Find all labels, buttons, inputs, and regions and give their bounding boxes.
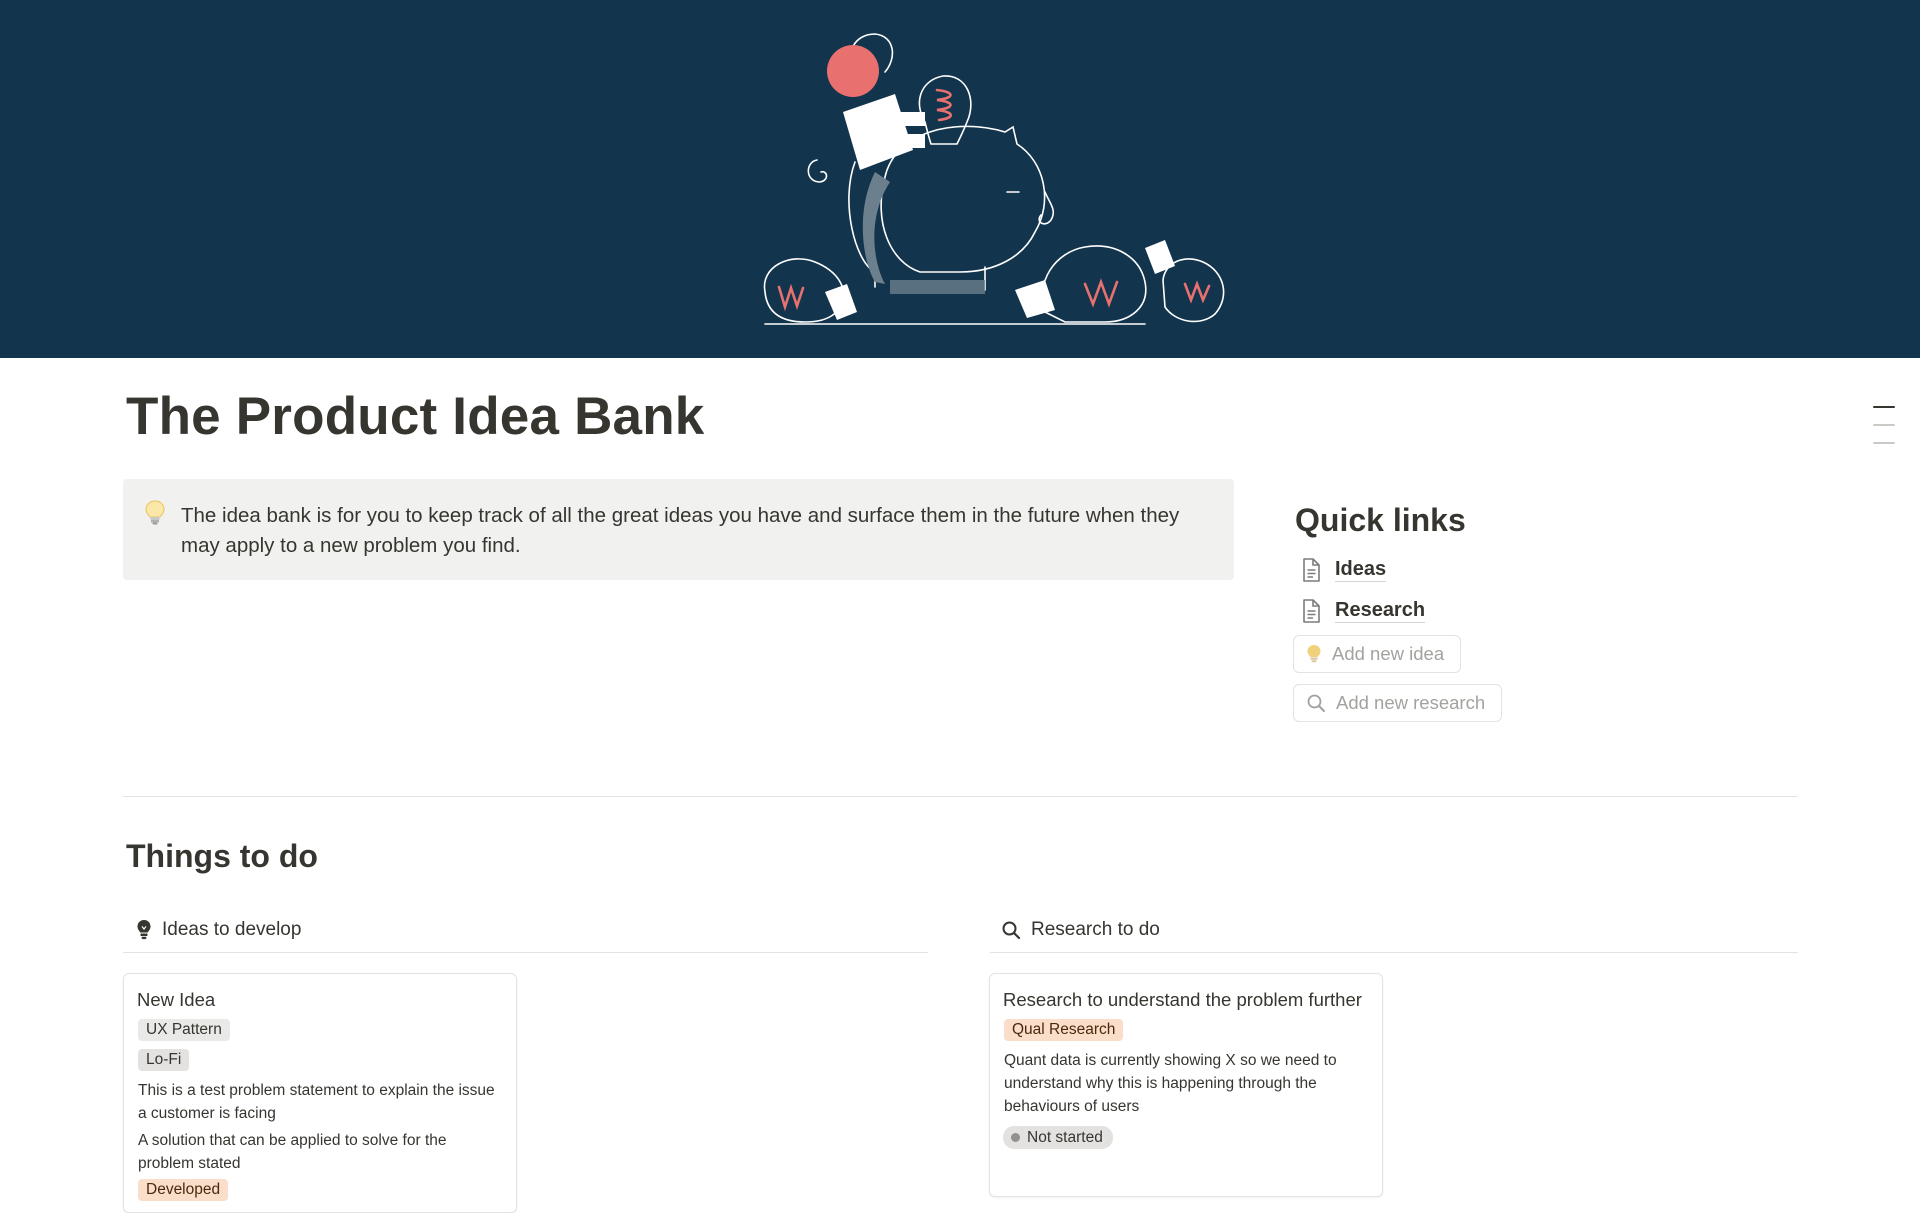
card-description: Quant data is currently showing X so we … xyxy=(1004,1052,1337,1115)
table-of-contents-indicator[interactable] xyxy=(1873,406,1895,460)
things-to-do-heading: Things to do xyxy=(126,838,318,874)
status-dot-icon xyxy=(1011,1133,1020,1142)
toc-line[interactable] xyxy=(1873,442,1895,444)
search-icon xyxy=(1001,920,1021,940)
lightbulb-icon xyxy=(1306,644,1322,664)
card-problem-statement: This is a test problem statement to expl… xyxy=(138,1082,495,1122)
ideas-view-title[interactable]: Ideas to develop xyxy=(162,919,301,941)
lightbulb-icon xyxy=(145,500,165,531)
divider xyxy=(123,796,1798,797)
quick-links-heading: Quick links xyxy=(1295,502,1466,538)
search-icon xyxy=(1306,693,1326,713)
status-badge: Developed xyxy=(138,1179,229,1201)
tag-lo-fi: Lo-Fi xyxy=(138,1049,190,1071)
research-card[interactable]: Research to understand the problem furth… xyxy=(989,973,1383,1197)
add-new-idea-label: Add new idea xyxy=(1332,643,1445,664)
add-new-research-button[interactable]: Add new research xyxy=(1293,684,1503,722)
page-icon xyxy=(1303,557,1320,582)
card-title[interactable]: New Idea xyxy=(137,986,504,1013)
callout: The idea bank is for you to keep track o… xyxy=(123,479,1234,580)
quick-link-label[interactable]: Ideas xyxy=(1335,557,1387,582)
quick-link-label[interactable]: Research xyxy=(1335,598,1426,623)
tag-ux-pattern: UX Pattern xyxy=(138,1019,230,1041)
piggy-bank-illustration xyxy=(763,33,1225,325)
page-title: The Product Idea Bank xyxy=(126,387,705,446)
card-solution: A solution that can be applied to solve … xyxy=(138,1132,447,1172)
quick-link-ideas[interactable]: Ideas xyxy=(1295,549,1695,590)
toc-line[interactable] xyxy=(1873,424,1895,426)
page-icon xyxy=(1303,598,1320,623)
research-view-title[interactable]: Research to do xyxy=(1031,919,1160,941)
research-to-do-view-header[interactable]: Research to do xyxy=(990,913,1798,953)
callout-text: The idea bank is for you to keep track o… xyxy=(181,504,1180,557)
quick-links: Quick links Ideas Research Add new idea xyxy=(1293,502,1695,722)
ideas-to-develop-view-header[interactable]: Ideas to develop xyxy=(123,913,928,953)
add-new-idea-button[interactable]: Add new idea xyxy=(1293,635,1462,673)
card-title[interactable]: Research to understand the problem furth… xyxy=(1003,986,1370,1013)
status-label: Not started xyxy=(1027,1128,1103,1146)
idea-card[interactable]: New Idea UX Pattern Lo-Fi This is a test… xyxy=(123,973,517,1213)
quick-link-research[interactable]: Research xyxy=(1295,590,1695,631)
toc-line-active[interactable] xyxy=(1873,406,1895,408)
status-badge: Not started xyxy=(1003,1126,1113,1149)
add-new-research-label: Add new research xyxy=(1336,692,1486,713)
lightbulb-icon xyxy=(136,919,152,941)
cover-image xyxy=(0,0,1920,358)
tag-qual-research: Qual Research xyxy=(1004,1019,1124,1041)
